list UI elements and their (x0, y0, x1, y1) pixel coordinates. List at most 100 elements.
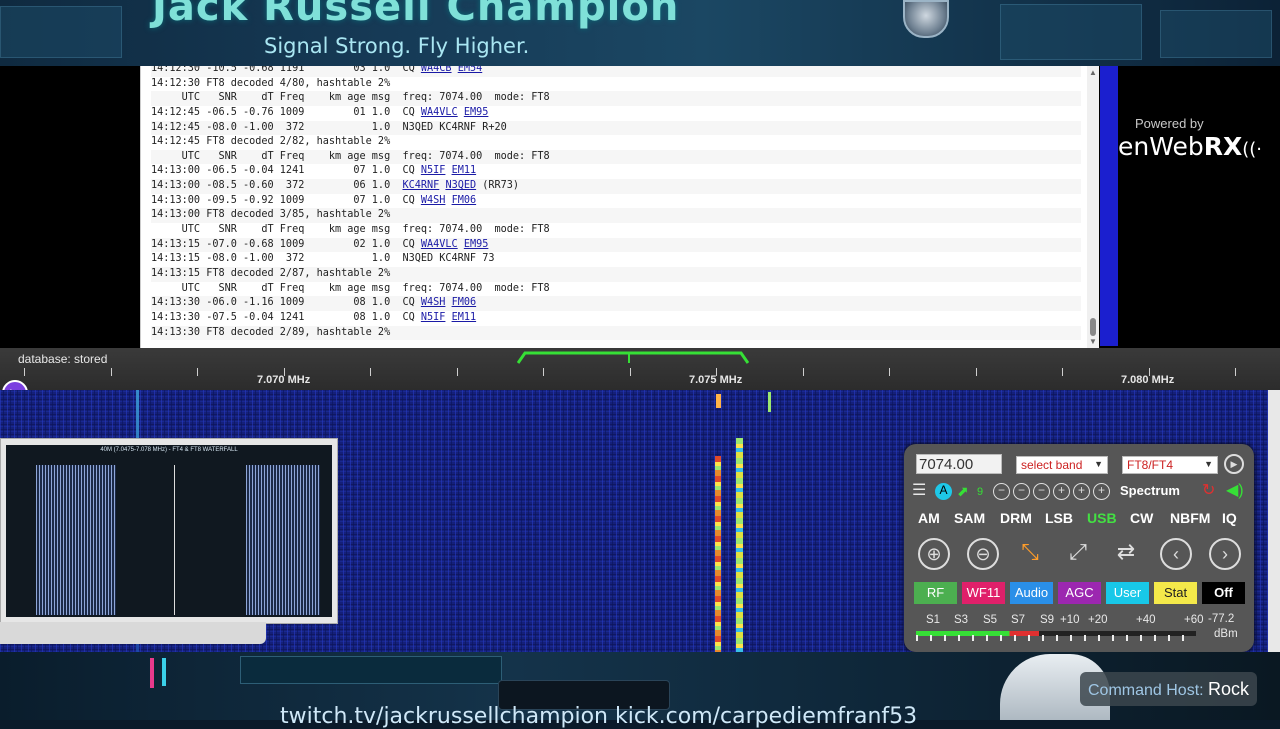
mode-button-sam[interactable]: SAM (954, 510, 985, 526)
callsign-link[interactable]: EM95 (464, 239, 489, 250)
play-icon[interactable]: ▶ (1224, 454, 1244, 474)
refresh-icon[interactable]: ↻ (1202, 482, 1215, 500)
callsign-link[interactable]: N3QED (445, 180, 476, 191)
social-links: twitch.tv/jackrussellchampion kick.com/c… (280, 704, 918, 729)
callsign-link[interactable]: N5IF (421, 165, 446, 176)
squelch-icon[interactable]: ⬈ (957, 482, 969, 500)
log-line: 14:12:45 -06.5 -0.76 1009 01 1.0 CQ WA4V… (151, 105, 1081, 121)
ft4-column (36, 465, 116, 615)
callsign-link[interactable]: EM95 (464, 107, 489, 118)
log-text: 14:13:00 -09.5 -0.92 1009 07 1.0 CQ (151, 194, 421, 206)
s-meter-label: S3 (954, 614, 969, 626)
background-monitor (1160, 10, 1272, 58)
callsign-link[interactable]: WA4VLC (421, 239, 458, 250)
frequency-input[interactable] (916, 454, 1002, 474)
callsign-link[interactable]: W4SH (421, 297, 446, 308)
mode-button-am[interactable]: AM (918, 510, 940, 526)
callsign-link[interactable]: EM54 (458, 66, 483, 74)
mode-button-cw[interactable]: CW (1130, 510, 1153, 526)
log-line: 14:12:45 FT8 decoded 2/82, hashtable 2% (151, 135, 1081, 150)
zoom-in-icon[interactable]: + (1053, 483, 1070, 500)
callsign-link[interactable]: FM06 (452, 195, 477, 206)
logo-text: enWeb (1118, 132, 1204, 161)
toggle-agc[interactable]: AGC (1058, 582, 1101, 604)
scale-tick (457, 368, 458, 376)
chevron-right-icon[interactable]: › (1209, 538, 1241, 570)
callsign-link[interactable]: EM11 (452, 312, 477, 323)
log-scroll-thumb[interactable] (1090, 318, 1096, 336)
log-line: 14:13:30 FT8 decoded 2/89, hashtable 2% (151, 325, 1081, 341)
toggle-stat[interactable]: Stat (1154, 582, 1197, 604)
right-margin (1098, 66, 1280, 348)
log-text: 14:13:15 FT8 decoded 2/87, hashtable 2% (151, 267, 391, 279)
callsign-link[interactable]: FM06 (452, 297, 477, 308)
speaker-icon[interactable]: ◀) (1226, 482, 1244, 500)
scale-tick (889, 368, 890, 376)
zoom-out-icon[interactable]: − (993, 483, 1010, 500)
scale-tick (24, 368, 25, 376)
zoom-in-icon[interactable]: + (1073, 483, 1090, 500)
left-margin (0, 66, 140, 348)
toggle-rf[interactable]: RF (914, 582, 957, 604)
log-text: UTC SNR dT Freq km age msg freq: 7074.00… (151, 224, 550, 236)
band-select[interactable]: select band ▼ (1016, 456, 1108, 474)
callsign-link[interactable]: WA4VLC (421, 107, 458, 118)
log-scrollbar[interactable]: ▲ ▼ (1087, 66, 1099, 348)
toggle-wf11[interactable]: WF11 (962, 582, 1005, 604)
zoom-out-icon[interactable]: ⊖ (967, 538, 999, 570)
log-line: 14:13:00 -09.5 -0.92 1009 07 1.0 CQ W4SH… (151, 193, 1081, 209)
log-line: UTC SNR dT Freq km age msg freq: 7074.00… (151, 223, 1081, 238)
zoom-in-icon[interactable]: + (1093, 483, 1110, 500)
expand-icon[interactable]: ⤢ (1062, 538, 1094, 570)
scale-tick (630, 368, 631, 376)
scroll-up-icon[interactable]: ▲ (1089, 68, 1097, 77)
spectrum-button[interactable]: Spectrum (1120, 483, 1180, 498)
zoom-in-icon[interactable]: ⊕ (918, 538, 950, 570)
agc-auto-icon[interactable]: A (935, 483, 952, 500)
log-text: 14:13:30 -06.0 -1.16 1009 08 1.0 CQ (151, 297, 421, 309)
mode-button-iq[interactable]: IQ (1222, 510, 1237, 526)
chevron-down-icon: ▼ (1204, 459, 1213, 469)
scale-tick (803, 368, 804, 376)
mode-button-usb[interactable]: USB (1087, 510, 1117, 526)
stream-banner: Jack Russell Champion Signal Strong. Fly… (0, 0, 1280, 66)
toggle-user[interactable]: User (1106, 582, 1149, 604)
log-line: 14:13:15 -07.0 -0.68 1009 02 1.0 CQ WA4V… (151, 237, 1081, 253)
zoom-out-icon[interactable]: − (1013, 483, 1030, 500)
background-monitor (240, 656, 502, 684)
background-monitor (1000, 4, 1142, 60)
log-line: 14:13:15 -08.0 -1.00 372 1.0 N3QED KC4RN… (151, 252, 1081, 267)
log-scroll-track (1100, 66, 1118, 346)
waterfall-scrollbar[interactable] (1268, 390, 1280, 652)
passband-marker[interactable] (517, 350, 749, 364)
ft8-column (246, 465, 320, 615)
swap-icon[interactable]: ⇄ (1110, 538, 1142, 570)
callsign-link[interactable]: KC4RNF (402, 180, 439, 191)
callsign-link[interactable]: W4SH (421, 195, 446, 206)
callsign-link[interactable]: WA4CB (421, 66, 452, 74)
zoom-out-icon[interactable]: − (1033, 483, 1050, 500)
panel-toolbar: ☰ A ⬈ 9 − − − + + + Spectrum ↻ ◀) (912, 482, 1252, 502)
s-meter-label: S7 (1011, 614, 1026, 626)
band-plan-thumbnail: 40M (7.0475-7.078 MHz) - FT4 & FT8 WATER… (0, 438, 338, 624)
background-monitor (0, 6, 122, 58)
command-host: Command Host: Rock (1080, 672, 1258, 706)
command-host-label: Command Host: (1088, 682, 1204, 699)
mode-button-drm[interactable]: DRM (1000, 510, 1032, 526)
log-text: 14:13:15 -07.0 -0.68 1009 02 1.0 CQ (151, 238, 421, 250)
callsign-link[interactable]: N5IF (421, 312, 446, 323)
toggle-audio[interactable]: Audio (1010, 582, 1053, 604)
mode-preset-select[interactable]: FT8/FT4 ▼ (1122, 456, 1218, 474)
scroll-down-icon[interactable]: ▼ (1089, 337, 1097, 346)
menu-icon[interactable]: ☰ (912, 482, 926, 500)
ft8-decode-log[interactable]: 14:12:30 -10.5 -0.68 1191 03 1.0 CQ WA4C… (140, 66, 1099, 348)
s-meter-label: S5 (983, 614, 998, 626)
mode-button-lsb[interactable]: LSB (1045, 510, 1073, 526)
chevron-left-icon[interactable]: ‹ (1160, 538, 1192, 570)
collapse-icon[interactable]: ⤡ (1014, 538, 1046, 570)
mode-button-nbfm[interactable]: NBFM (1170, 510, 1210, 526)
scale-tick (111, 368, 112, 376)
toggle-off[interactable]: Off (1202, 582, 1245, 604)
chevron-down-icon: ▼ (1094, 459, 1103, 469)
callsign-link[interactable]: EM11 (452, 165, 477, 176)
